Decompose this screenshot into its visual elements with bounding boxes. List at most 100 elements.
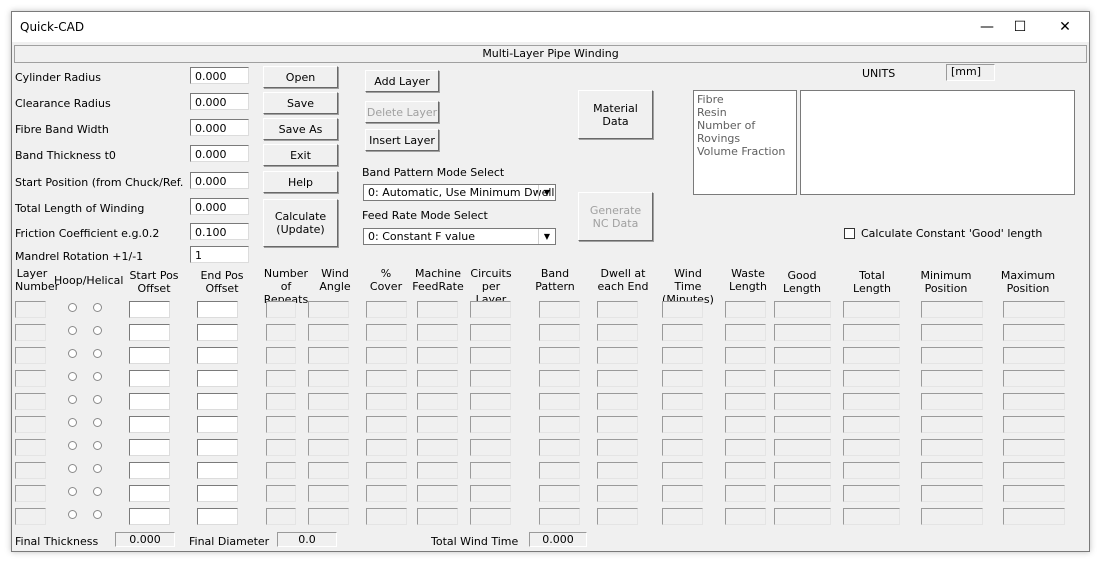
start-pos-cell[interactable] [129,439,170,456]
units-label: UNITS [862,67,896,80]
generate-nc-button[interactable]: Generate NC Data [578,192,653,241]
list-item[interactable]: Fibre [697,93,793,106]
end-pos-cell[interactable] [197,347,238,364]
hoop-radio[interactable] [68,418,77,427]
material-values-list[interactable] [800,90,1075,195]
hoop-radio[interactable] [68,349,77,358]
total-cell [843,462,900,479]
circuits-cell [470,508,511,525]
hoop-radio[interactable] [68,487,77,496]
hoop-radio[interactable] [68,326,77,335]
end-pos-cell[interactable] [197,508,238,525]
end-pos-cell[interactable] [197,393,238,410]
cylinder-radius-label: Cylinder Radius [15,71,101,84]
waste-cell [725,347,766,364]
constant-good-checkbox[interactable] [844,228,855,239]
end-pos-cell[interactable] [197,324,238,341]
helical-radio[interactable] [93,395,102,404]
start-pos-cell[interactable] [129,347,170,364]
good-cell [774,393,831,410]
wind-angle-cell [308,370,349,387]
close-icon[interactable]: ✕ [1045,16,1085,38]
hoop-radio[interactable] [68,372,77,381]
good-cell [774,508,831,525]
material-list[interactable]: Fibre Resin Number of Rovings Volume Fra… [693,90,797,195]
total-cell [843,324,900,341]
min-position-cell [921,416,983,433]
wind-angle-cell [308,301,349,318]
feed-rate-select[interactable]: 0: Constant F value ▼ [363,228,556,245]
clearance-radius-input[interactable]: 0.000 [190,93,249,110]
cylinder-radius-input[interactable]: 0.000 [190,67,249,84]
start-pos-cell[interactable] [129,301,170,318]
start-position-input[interactable]: 0.000 [190,172,249,189]
helical-radio[interactable] [93,372,102,381]
help-button[interactable]: Help [263,171,338,193]
end-pos-cell[interactable] [197,462,238,479]
title-bar: Quick-CAD — ☐ ✕ [12,12,1089,42]
save-as-button[interactable]: Save As [263,118,338,140]
chevron-down-icon[interactable]: ▼ [538,185,555,200]
helical-radio[interactable] [93,510,102,519]
material-data-button[interactable]: Material Data [578,90,653,139]
calculate-button[interactable]: Calculate (Update) [263,199,338,247]
total-cell [843,508,900,525]
save-button[interactable]: Save [263,92,338,114]
hoop-radio[interactable] [68,395,77,404]
open-button[interactable]: Open [263,66,338,88]
waste-cell [725,485,766,502]
hoop-radio[interactable] [68,510,77,519]
helical-radio[interactable] [93,326,102,335]
start-pos-cell[interactable] [129,393,170,410]
start-pos-cell[interactable] [129,370,170,387]
start-pos-cell[interactable] [129,416,170,433]
max-position-cell [1003,301,1065,318]
end-pos-cell[interactable] [197,416,238,433]
end-pos-cell[interactable] [197,370,238,387]
mandrel-rotation-input[interactable]: 1 [190,246,249,263]
dwell-cell [597,324,638,341]
end-pos-cell[interactable] [197,485,238,502]
band-thickness-input[interactable]: 0.000 [190,145,249,162]
list-item[interactable]: Number of Rovings [697,119,793,145]
delete-layer-button[interactable]: Delete Layer [365,101,439,123]
total-cell [843,416,900,433]
start-pos-cell[interactable] [129,508,170,525]
helical-radio[interactable] [93,418,102,427]
start-pos-cell[interactable] [129,462,170,479]
start-pos-cell[interactable] [129,485,170,502]
band-pattern-select[interactable]: 0: Automatic, Use Minimum Dwell ▼ [363,184,556,201]
helical-radio[interactable] [93,487,102,496]
col-max-position: Maximum Position [1000,269,1056,295]
helical-radio[interactable] [93,349,102,358]
helical-radio[interactable] [93,464,102,473]
helical-radio[interactable] [93,441,102,450]
total-length-input[interactable]: 0.000 [190,198,249,215]
waste-cell [725,462,766,479]
wind-angle-cell [308,462,349,479]
hoop-radio[interactable] [68,464,77,473]
layer-number-cell [15,370,46,387]
list-item[interactable]: Volume Fraction [697,145,793,158]
helical-radio[interactable] [93,303,102,312]
cover-cell [366,301,407,318]
maximize-icon[interactable]: ☐ [1000,16,1040,38]
hoop-radio[interactable] [68,441,77,450]
units-value: [mm] [946,64,995,81]
insert-layer-button[interactable]: Insert Layer [365,129,439,151]
list-item[interactable]: Resin [697,106,793,119]
fibre-band-width-input[interactable]: 0.000 [190,119,249,136]
exit-button[interactable]: Exit [263,144,338,166]
mandrel-rotation-label: Mandrel Rotation +1/-1 [15,250,144,263]
col-start-pos: Start Pos Offset [129,269,179,295]
min-position-cell [921,485,983,502]
end-pos-cell[interactable] [197,439,238,456]
start-pos-cell[interactable] [129,324,170,341]
end-pos-cell[interactable] [197,301,238,318]
max-position-cell [1003,416,1065,433]
chevron-down-icon[interactable]: ▼ [538,229,555,244]
friction-coefficient-input[interactable]: 0.100 [190,223,249,240]
add-layer-button[interactable]: Add Layer [365,70,439,92]
cover-cell [366,370,407,387]
hoop-radio[interactable] [68,303,77,312]
